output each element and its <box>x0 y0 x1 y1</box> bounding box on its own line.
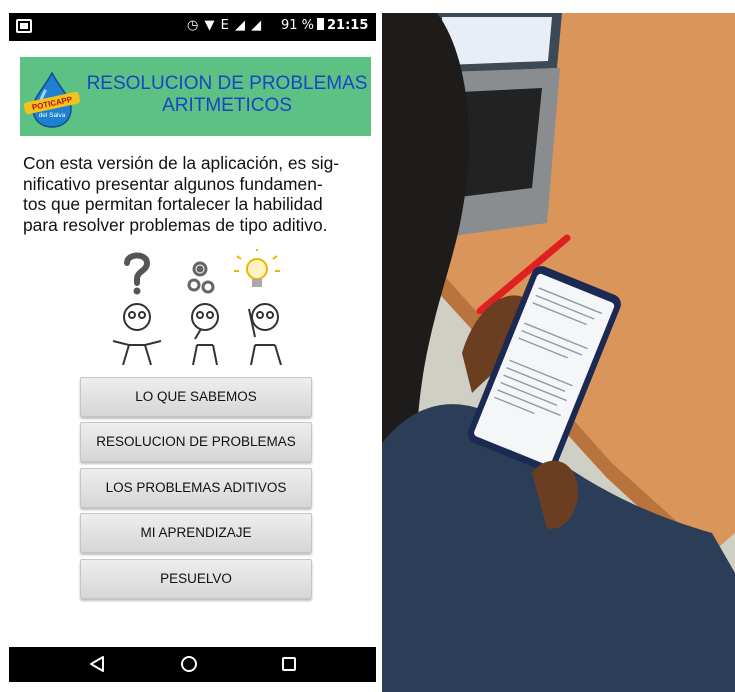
pesuelvo-button[interactable]: PESUELVO <box>80 559 312 599</box>
gallery-icon <box>16 19 32 33</box>
lo-que-sabemos-button[interactable]: LO QUE SABEMOS <box>80 377 312 417</box>
logo-subtext: del Salva <box>39 112 66 119</box>
problemas-aditivos-button[interactable]: LOS PROBLEMAS ADITIVOS <box>80 468 312 508</box>
navigation-bar <box>9 647 376 682</box>
status-icons: ◷ ▼ E ◢ ◢ <box>187 18 263 33</box>
intro-paragraph: Con esta versión de la aplicación, es si… <box>23 153 340 235</box>
question-icon <box>124 252 151 295</box>
recent-apps-icon[interactable] <box>282 657 296 671</box>
status-bar: ◷ ▼ E ◢ ◢ 91 % 21:15 <box>9 13 376 41</box>
gears-icon <box>187 261 215 294</box>
app-logo: POTICAPP del Salva <box>23 71 81 128</box>
mi-aprendizaje-button[interactable]: MI APRENDIZAJE <box>80 513 312 553</box>
thinking-people-illustration <box>112 249 282 365</box>
back-icon[interactable] <box>89 655 105 673</box>
resolucion-de-problemas-button[interactable]: RESOLUCION DE PROBLEMAS <box>80 422 312 462</box>
photo-illustration <box>382 13 735 692</box>
phone-screenshot: ◷ ▼ E ◢ ◢ 91 % 21:15 POTICAPP del Salva … <box>9 13 376 682</box>
battery-level: 91 % <box>281 18 325 33</box>
status-time: 21:15 <box>327 18 369 33</box>
student-photo <box>382 13 735 692</box>
home-icon[interactable] <box>181 656 197 672</box>
lightbulb-icon <box>234 249 280 287</box>
app-banner: POTICAPP del Salva RESOLUCION DE PROBLEM… <box>20 57 371 136</box>
page-title: RESOLUCION DE PROBLEMAS ARITMETICOS <box>86 73 368 116</box>
battery-icon <box>317 18 325 30</box>
people-figures <box>112 303 282 365</box>
